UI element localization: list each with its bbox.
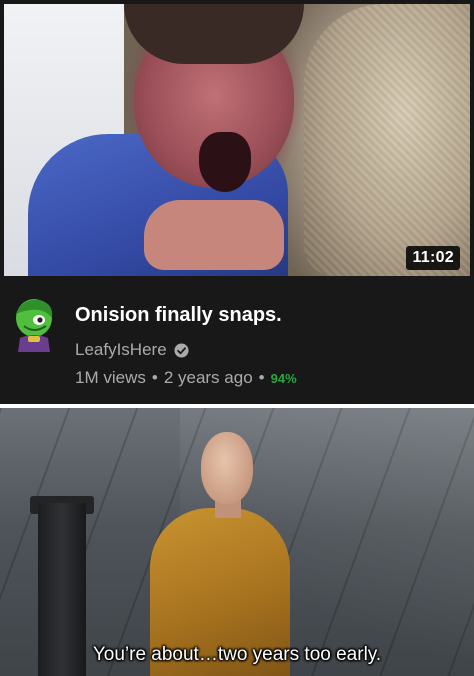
channel-row[interactable]: LeafyIsHere [75,340,189,360]
video-thumbnail[interactable]: 11:02 [4,4,470,276]
video-metadata: 1M views • 2 years ago • 94% [75,368,297,388]
like-ratio: 94% [270,370,297,386]
video-card[interactable]: 11:02 Onision finally snaps. LeafyIsHere… [0,0,474,404]
view-count: 1M views [75,368,146,387]
channel-avatar[interactable] [10,296,58,352]
separator-dot: • [151,368,158,387]
thumbnail-mouth [199,132,251,192]
green-character-avatar-icon [16,299,53,352]
upload-age: 2 years ago [163,368,253,387]
separator-dot: • [258,368,265,387]
video-title[interactable]: Onision finally snaps. [75,304,282,327]
character-head [201,432,253,504]
thumbnail-fur-object [304,4,470,276]
channel-name[interactable]: LeafyIsHere [75,340,167,360]
video-duration-badge: 11:02 [406,246,460,270]
checkmark-circle-icon [174,342,189,358]
movie-subtitle: You’re about…two years too early. [92,644,382,665]
movie-still-image: You’re about…two years too early. [0,408,474,676]
thumbnail-hand [144,200,284,270]
